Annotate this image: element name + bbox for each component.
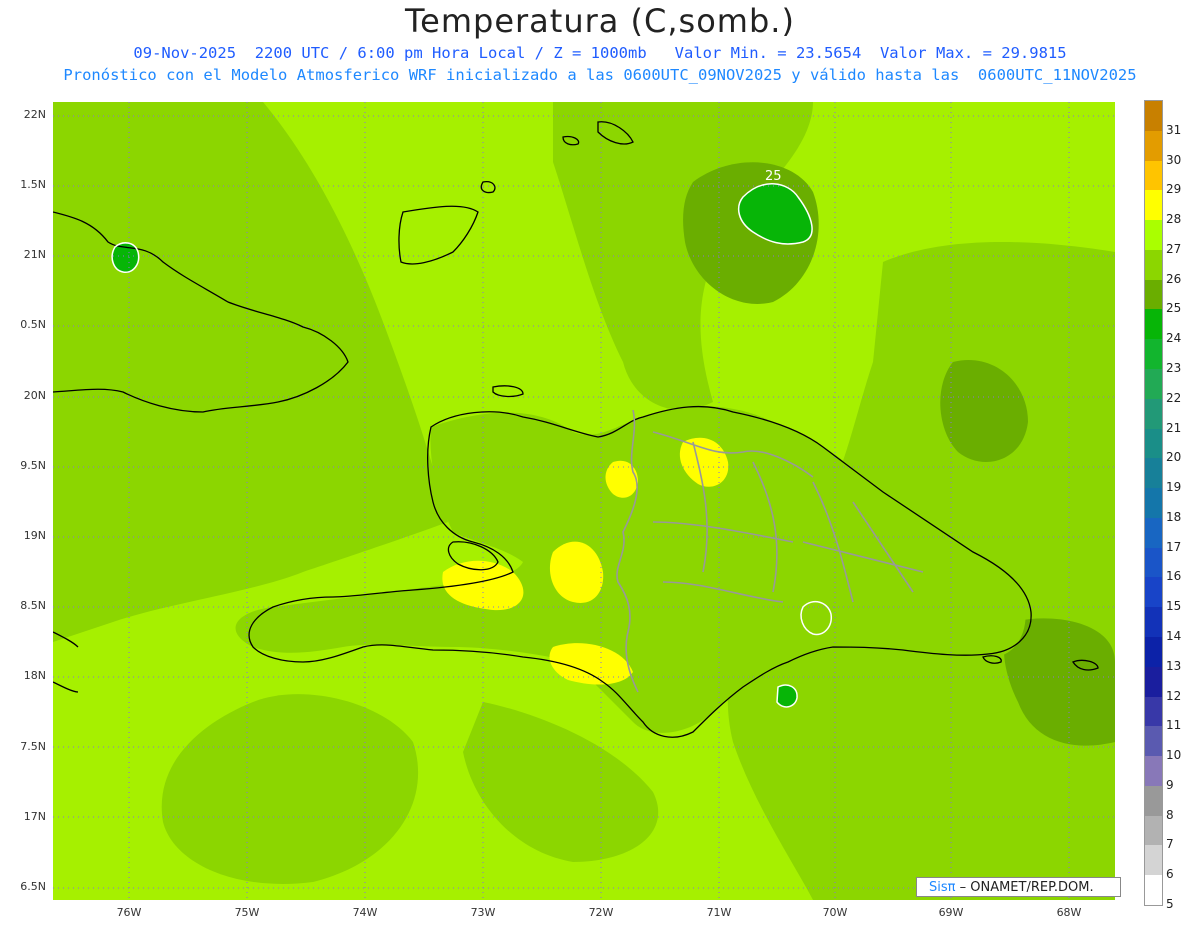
credit-box: Sisπ – ONAMET/REP.DOM. — [916, 877, 1121, 897]
map-canvas: 25 — [53, 102, 1115, 900]
colorbar-label: 21 — [1166, 420, 1182, 435]
onamet-credit: – ONAMET/REP.DOM. — [959, 880, 1094, 895]
colorbar-label: 22 — [1166, 390, 1182, 405]
colorbar-label: 18 — [1166, 509, 1182, 524]
colorbar-label: 27 — [1166, 241, 1182, 256]
lon-label-71w: 71W — [706, 906, 732, 919]
lat-label-18n: 18N — [23, 669, 46, 682]
lon-label-70w: 70W — [822, 906, 848, 919]
colorbar-swatch — [1145, 488, 1162, 519]
lat-label-20-5n: 0.5N — [20, 318, 46, 331]
colorbar-label: 12 — [1166, 688, 1182, 703]
colorbar-swatch — [1145, 339, 1162, 370]
colorbar-label: 26 — [1166, 271, 1182, 286]
colorbar-swatch — [1145, 726, 1162, 757]
lon-label-72w: 72W — [588, 906, 614, 919]
lat-label-19-5n: 9.5N — [20, 459, 46, 472]
lat-label-22n: 22N — [23, 108, 46, 121]
lat-label-20n: 20N — [23, 389, 46, 402]
colorbar-label: 20 — [1166, 450, 1182, 465]
lat-label-21-5n: 1.5N — [20, 178, 46, 191]
colorbar-label: 31 — [1166, 122, 1182, 137]
colorbar-swatch — [1145, 756, 1162, 787]
lon-label-74w: 74W — [352, 906, 378, 919]
colorbar-label: 24 — [1166, 331, 1182, 346]
lat-label-16-5n: 6.5N — [20, 880, 46, 893]
colorbar-swatch — [1145, 130, 1162, 162]
colorbar-label: 17 — [1166, 539, 1182, 554]
colorbar-swatch — [1145, 160, 1162, 191]
colorbar-swatch — [1145, 815, 1162, 846]
colorbar-label: 5 — [1166, 897, 1174, 911]
lon-label-75w: 75W — [234, 906, 260, 919]
colorbar — [1144, 100, 1163, 906]
colorbar-label: 30 — [1166, 152, 1182, 167]
lat-label-18-5n: 8.5N — [20, 599, 46, 612]
colorbar-swatch — [1145, 666, 1162, 698]
lon-label-68w: 68W — [1056, 906, 1082, 919]
lon-label-69w: 69W — [938, 906, 964, 919]
sispi-logo: Sisπ — [929, 880, 956, 895]
temperature-map: 25 — [53, 102, 1115, 900]
colorbar-swatch — [1145, 398, 1162, 430]
colorbar-swatch — [1145, 249, 1162, 281]
colorbar-label: 25 — [1166, 301, 1182, 316]
colorbar-label: 15 — [1166, 599, 1182, 614]
colorbar-label: 10 — [1166, 748, 1182, 763]
map-subtitle-time: 09-Nov-2025 2200 UTC / 6:00 pm Hora Loca… — [133, 44, 1067, 62]
lat-label-19n: 19N — [23, 529, 46, 542]
colorbar-label: 13 — [1166, 658, 1182, 673]
lon-label-76w: 76W — [116, 906, 142, 919]
colorbar-swatch — [1145, 845, 1162, 876]
colorbar-label: 19 — [1166, 480, 1182, 495]
colorbar-swatch — [1145, 577, 1162, 608]
lat-label-17-5n: 7.5N — [20, 740, 46, 753]
colorbar-label: 11 — [1166, 718, 1182, 733]
contour-label-25: 25 — [765, 169, 782, 184]
colorbar-label: 29 — [1166, 182, 1182, 197]
colorbar-label: 8 — [1166, 807, 1174, 822]
colorbar-label: 14 — [1166, 629, 1182, 643]
colorbar-swatch — [1145, 220, 1162, 251]
colorbar-label: 6 — [1166, 867, 1174, 882]
lon-label-73w: 73W — [470, 906, 496, 919]
colorbar-label: 16 — [1166, 569, 1182, 584]
colorbar-swatch — [1145, 517, 1162, 549]
colorbar-swatch — [1145, 637, 1162, 668]
colorbar-swatch — [1145, 190, 1162, 221]
colorbar-swatch — [1145, 785, 1162, 817]
colorbar-label: 28 — [1166, 212, 1182, 227]
colorbar-label: 9 — [1166, 777, 1174, 792]
colorbar-swatch — [1145, 547, 1162, 578]
colorbar-swatch — [1145, 428, 1162, 459]
colorbar-swatch — [1145, 279, 1162, 310]
colorbar-swatch — [1145, 309, 1162, 340]
lat-label-21n: 21N — [23, 248, 46, 261]
map-subtitle-model: Pronóstico con el Modelo Atmosferico WRF… — [63, 66, 1137, 84]
colorbar-swatch — [1145, 369, 1162, 400]
colorbar-swatch — [1145, 875, 1162, 906]
colorbar-label: 23 — [1166, 361, 1182, 375]
colorbar-swatch — [1145, 696, 1162, 727]
colorbar-swatch — [1145, 458, 1162, 489]
colorbar-swatch — [1145, 607, 1162, 638]
colorbar-swatch — [1145, 101, 1162, 132]
page-title: Temperatura (C,somb.) — [405, 2, 795, 40]
lat-label-17n: 17N — [23, 810, 46, 823]
colorbar-label: 7 — [1166, 837, 1174, 852]
